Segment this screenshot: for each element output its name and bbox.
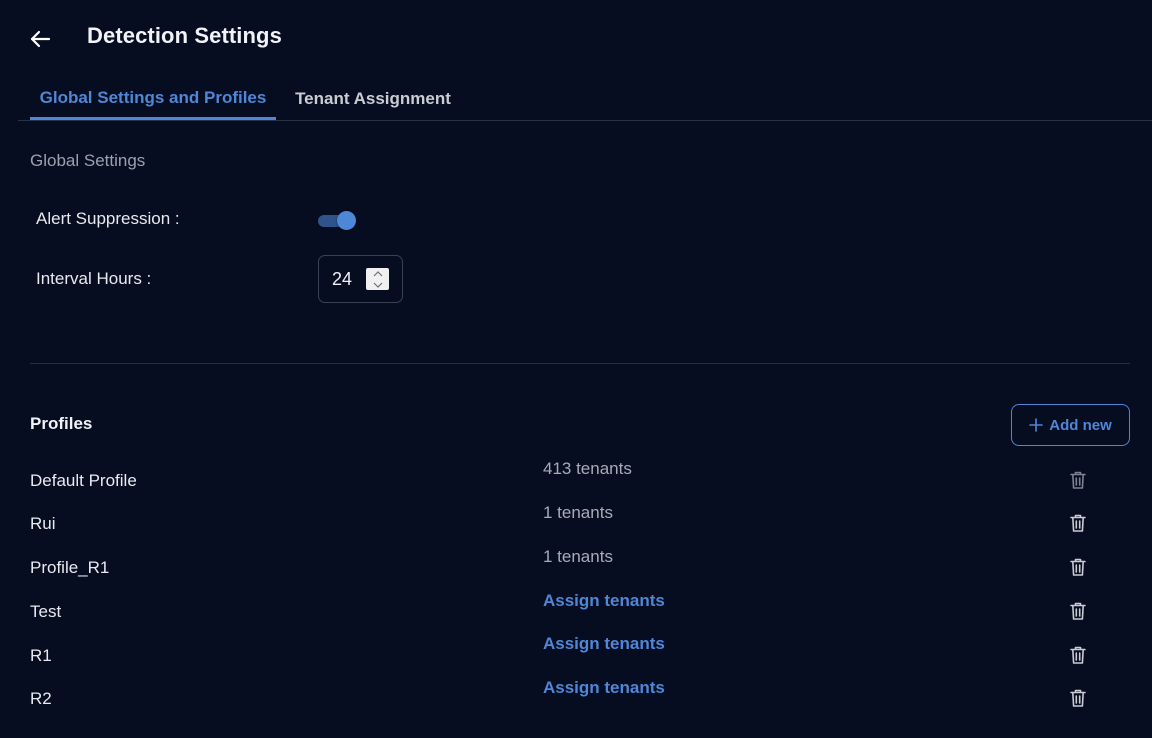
add-new-label: Add new (1049, 416, 1112, 434)
interval-hours-input[interactable]: 24 (318, 255, 403, 303)
tab-bar: Global Settings and Profiles Tenant Assi… (18, 78, 1152, 121)
profile-name: R1 (30, 646, 52, 665)
delete-profile-button[interactable] (1068, 556, 1088, 578)
trash-icon (1070, 646, 1086, 664)
trash-icon (1070, 558, 1086, 576)
profiles-heading: Profiles (30, 414, 93, 433)
tab-tenant-assignment[interactable]: Tenant Assignment (284, 78, 462, 119)
arrow-left-icon (30, 30, 51, 48)
add-new-profile-button[interactable]: Add new (1011, 404, 1130, 446)
assign-tenants-link[interactable]: Assign tenants (543, 634, 665, 654)
tab-global-settings-and-profiles[interactable]: Global Settings and Profiles (30, 78, 276, 120)
toggle-thumb (337, 211, 356, 230)
assign-tenants-link[interactable]: Assign tenants (543, 591, 665, 611)
tenant-count: 1 tenants (543, 547, 613, 566)
interval-hours-label: Interval Hours : (36, 269, 152, 288)
number-spinner (366, 268, 389, 290)
delete-profile-button[interactable] (1068, 600, 1088, 622)
alert-suppression-toggle[interactable] (317, 210, 357, 232)
chevron-up-icon (373, 270, 382, 276)
assign-tenants-link[interactable]: Assign tenants (543, 678, 665, 698)
section-divider (30, 363, 1130, 364)
trash-icon (1070, 689, 1086, 707)
tenant-count: 1 tenants (543, 503, 613, 522)
chevron-down-icon (373, 282, 382, 288)
profile-name: R2 (30, 689, 52, 708)
profile-name: Rui (30, 514, 56, 533)
interval-hours-value: 24 (332, 269, 353, 289)
increment-button[interactable] (366, 268, 389, 279)
delete-profile-button[interactable] (1068, 687, 1088, 709)
back-button[interactable] (24, 24, 56, 54)
profile-name: Test (30, 602, 62, 621)
global-settings-label: Global Settings (30, 151, 146, 170)
profile-name: Default Profile (30, 471, 137, 490)
page-title: Detection Settings (87, 23, 282, 48)
trash-icon (1070, 471, 1086, 489)
plus-icon (1029, 418, 1044, 432)
profile-name: Profile_R1 (30, 558, 110, 577)
trash-icon (1070, 514, 1086, 532)
delete-profile-button[interactable] (1068, 644, 1088, 666)
decrement-button[interactable] (366, 279, 389, 290)
detection-settings-page: Detection Settings Global Settings and P… (0, 0, 1152, 738)
delete-profile-button[interactable] (1068, 469, 1088, 491)
tenant-count: 413 tenants (543, 459, 632, 478)
alert-suppression-label: Alert Suppression : (36, 209, 180, 228)
delete-profile-button[interactable] (1068, 512, 1088, 534)
trash-icon (1070, 602, 1086, 620)
